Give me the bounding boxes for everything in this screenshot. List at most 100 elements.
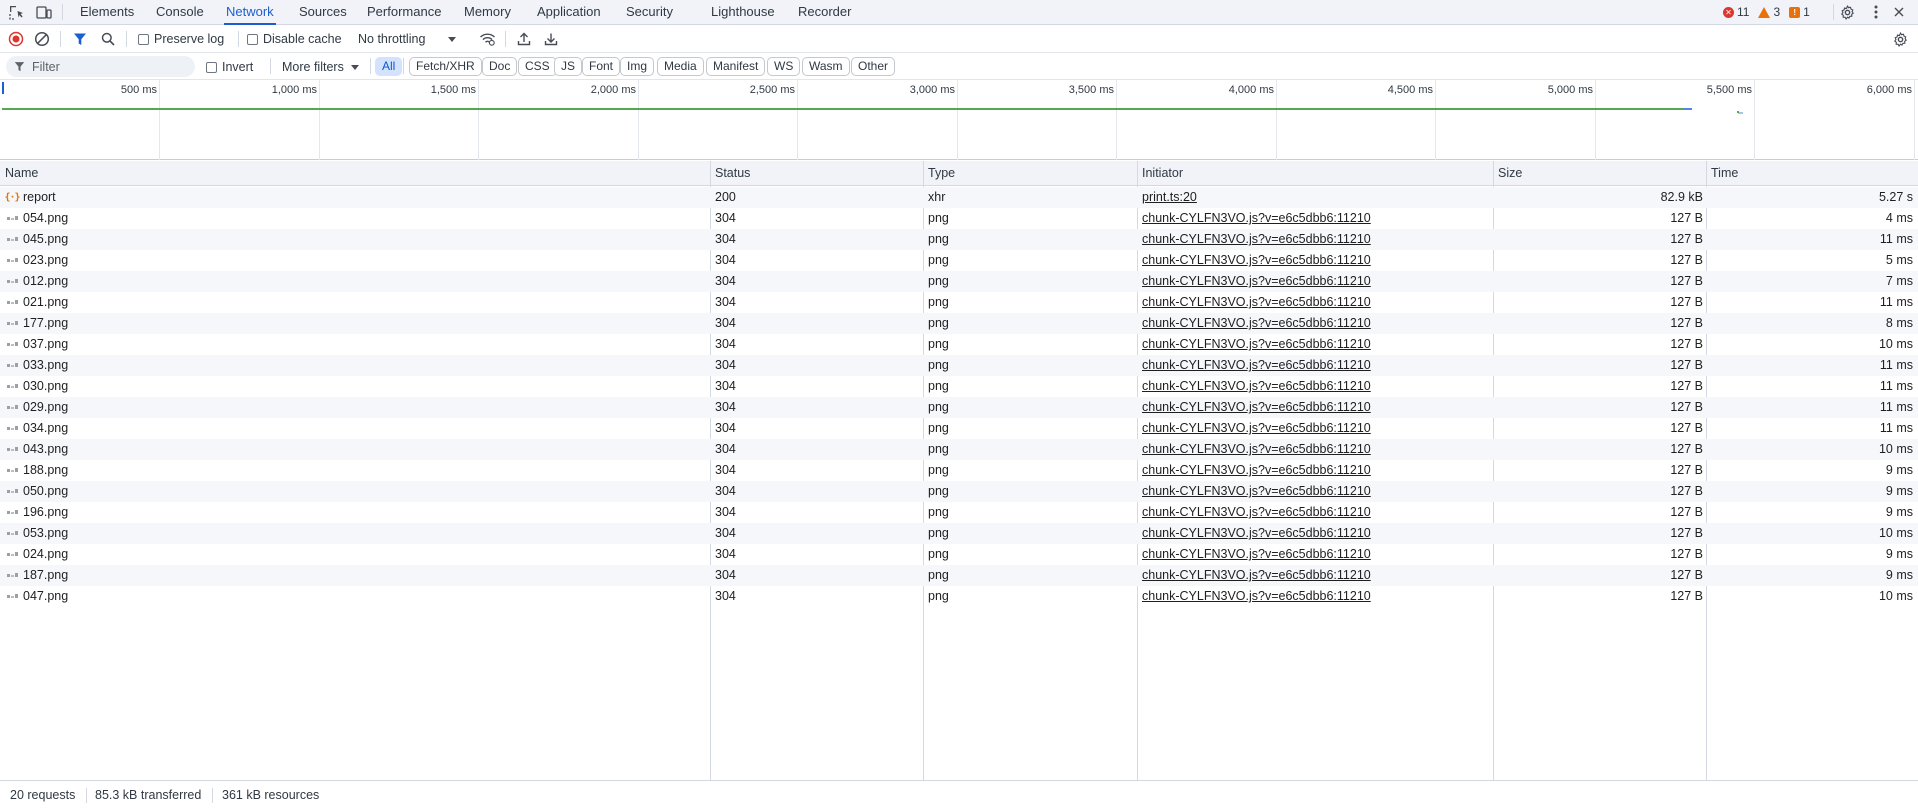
tab-network[interactable]: Network — [224, 0, 276, 25]
request-initiator-link[interactable]: chunk-CYLFN3VO.js?v=e6c5dbb6:11210 — [1142, 334, 1492, 355]
table-row[interactable]: 043.png 304 png chunk-CYLFN3VO.js?v=e6c5dbb… — [0, 439, 1918, 460]
tab-recorder[interactable]: Recorder — [798, 0, 851, 24]
request-name-cell[interactable]: 012.png — [0, 271, 710, 292]
request-initiator-link[interactable]: chunk-CYLFN3VO.js?v=e6c5dbb6:11210 — [1142, 229, 1492, 250]
table-row[interactable]: 047.png 304 png chunk-CYLFN3VO.js?v=e6c5dbb… — [0, 586, 1918, 607]
request-initiator-link[interactable]: chunk-CYLFN3VO.js?v=e6c5dbb6:11210 — [1142, 586, 1492, 607]
table-row[interactable]: 187.png 304 png chunk-CYLFN3VO.js?v=e6c5dbb… — [0, 565, 1918, 586]
table-row[interactable]: 054.png 304 png chunk-CYLFN3VO.js?v=e6c5dbb… — [0, 208, 1918, 229]
tab-console[interactable]: Console — [156, 0, 204, 24]
table-row[interactable]: {·} report 200 xhr print.ts:20 82.9 kB 5.27 s — [0, 187, 1918, 208]
request-name-cell[interactable]: 024.png — [0, 544, 710, 565]
chip-media[interactable]: Media — [657, 57, 704, 76]
request-initiator-link[interactable]: chunk-CYLFN3VO.js?v=e6c5dbb6:11210 — [1142, 271, 1492, 292]
checkbox-box[interactable] — [247, 33, 258, 45]
request-name-cell[interactable]: 043.png — [0, 439, 710, 460]
tab-security[interactable]: Security — [626, 0, 673, 24]
request-name-cell[interactable]: 188.png — [0, 460, 710, 481]
request-name-cell[interactable]: 033.png — [0, 355, 710, 376]
chip-fetch-xhr[interactable]: Fetch/XHR — [409, 57, 482, 76]
request-name-cell[interactable]: 034.png — [0, 418, 710, 439]
request-name-cell[interactable]: 053.png — [0, 523, 710, 544]
search-icon[interactable] — [99, 30, 117, 48]
chip-doc[interactable]: Doc — [482, 57, 518, 76]
request-initiator-link[interactable]: chunk-CYLFN3VO.js?v=e6c5dbb6:11210 — [1142, 250, 1492, 271]
request-initiator-link[interactable]: chunk-CYLFN3VO.js?v=e6c5dbb6:11210 — [1142, 376, 1492, 397]
request-name-cell[interactable]: 023.png — [0, 250, 710, 271]
request-initiator-link[interactable]: chunk-CYLFN3VO.js?v=e6c5dbb6:11210 — [1142, 355, 1492, 376]
request-initiator-link[interactable]: chunk-CYLFN3VO.js?v=e6c5dbb6:11210 — [1142, 523, 1492, 544]
tab-performance[interactable]: Performance — [367, 0, 441, 24]
request-initiator-link[interactable]: chunk-CYLFN3VO.js?v=e6c5dbb6:11210 — [1142, 313, 1492, 334]
column-time-header[interactable]: Time — [1706, 161, 1738, 186]
checkbox-box[interactable] — [206, 61, 217, 73]
record-stop-icon[interactable] — [7, 30, 25, 48]
overview-selection-handle[interactable] — [2, 82, 4, 94]
import-har-icon[interactable] — [515, 30, 533, 48]
request-name-cell[interactable]: 177.png — [0, 313, 710, 334]
request-name-cell[interactable]: 021.png — [0, 292, 710, 313]
tab-memory[interactable]: Memory — [464, 0, 511, 24]
inspect-element-icon[interactable] — [8, 4, 24, 20]
table-row[interactable]: 188.png 304 png chunk-CYLFN3VO.js?v=e6c5dbb… — [0, 460, 1918, 481]
column-name-header[interactable]: Name — [0, 161, 38, 186]
request-name-cell[interactable]: 196.png — [0, 502, 710, 523]
settings-gear-icon[interactable] — [1839, 4, 1855, 20]
tab-lighthouse[interactable]: Lighthouse — [711, 0, 775, 24]
request-name-cell[interactable]: 050.png — [0, 481, 710, 502]
filter-input[interactable]: Filter — [6, 56, 195, 77]
chip-img[interactable]: Img — [620, 57, 655, 76]
column-size-header[interactable]: Size — [1493, 161, 1522, 186]
device-toolbar-icon[interactable] — [36, 4, 52, 20]
request-name-cell[interactable]: 029.png — [0, 397, 710, 418]
request-initiator-link[interactable]: chunk-CYLFN3VO.js?v=e6c5dbb6:11210 — [1142, 544, 1492, 565]
request-initiator-link[interactable]: chunk-CYLFN3VO.js?v=e6c5dbb6:11210 — [1142, 481, 1492, 502]
column-type-header[interactable]: Type — [923, 161, 955, 186]
network-conditions-icon[interactable] — [478, 30, 496, 48]
table-row[interactable]: 177.png 304 png chunk-CYLFN3VO.js?v=e6c5dbb… — [0, 313, 1918, 334]
more-options-icon[interactable] — [1868, 4, 1884, 20]
tab-sources[interactable]: Sources — [299, 0, 347, 24]
request-initiator-link[interactable]: chunk-CYLFN3VO.js?v=e6c5dbb6:11210 — [1142, 418, 1492, 439]
request-name-cell[interactable]: 037.png — [0, 334, 710, 355]
request-initiator-link[interactable]: chunk-CYLFN3VO.js?v=e6c5dbb6:11210 — [1142, 292, 1492, 313]
disable-cache-checkbox[interactable]: Disable cache — [247, 32, 342, 46]
throttling-select[interactable]: No throttling — [358, 32, 457, 46]
chip-js[interactable]: JS — [554, 57, 583, 76]
chip-css[interactable]: CSS — [518, 57, 557, 76]
chip-all[interactable]: All — [375, 57, 403, 76]
invert-checkbox[interactable]: Invert — [206, 60, 253, 74]
preserve-log-checkbox[interactable]: Preserve log — [138, 32, 224, 46]
table-row[interactable]: 029.png 304 png chunk-CYLFN3VO.js?v=e6c5dbb… — [0, 397, 1918, 418]
request-initiator-link[interactable]: chunk-CYLFN3VO.js?v=e6c5dbb6:11210 — [1142, 397, 1492, 418]
network-settings-gear-icon[interactable] — [1891, 30, 1909, 48]
request-name-cell[interactable]: 045.png — [0, 229, 710, 250]
table-row[interactable]: 030.png 304 png chunk-CYLFN3VO.js?v=e6c5dbb… — [0, 376, 1918, 397]
request-name-cell[interactable]: {·} report — [0, 187, 710, 208]
table-row[interactable]: 033.png 304 png chunk-CYLFN3VO.js?v=e6c5dbb… — [0, 355, 1918, 376]
close-devtools-icon[interactable] — [1891, 4, 1907, 20]
request-initiator-link[interactable]: chunk-CYLFN3VO.js?v=e6c5dbb6:11210 — [1142, 502, 1492, 523]
table-row[interactable]: 037.png 304 png chunk-CYLFN3VO.js?v=e6c5dbb… — [0, 334, 1918, 355]
request-name-cell[interactable]: 047.png — [0, 586, 710, 607]
more-filters-dropdown[interactable]: More filters — [282, 60, 359, 74]
table-row[interactable]: 024.png 304 png chunk-CYLFN3VO.js?v=e6c5dbb… — [0, 544, 1918, 565]
clear-icon[interactable] — [33, 30, 51, 48]
request-initiator-link[interactable]: chunk-CYLFN3VO.js?v=e6c5dbb6:11210 — [1142, 208, 1492, 229]
table-row[interactable]: 196.png 304 png chunk-CYLFN3VO.js?v=e6c5dbb… — [0, 502, 1918, 523]
chip-manifest[interactable]: Manifest — [706, 57, 766, 76]
request-name-cell[interactable]: 030.png — [0, 376, 710, 397]
request-initiator-link[interactable]: print.ts:20 — [1142, 187, 1492, 208]
export-har-icon[interactable] — [542, 30, 560, 48]
chip-font[interactable]: Font — [582, 57, 621, 76]
table-row[interactable]: 053.png 304 png chunk-CYLFN3VO.js?v=e6c5dbb… — [0, 523, 1918, 544]
filter-funnel-icon[interactable] — [71, 30, 89, 48]
tab-application[interactable]: Application — [537, 0, 601, 24]
table-row[interactable]: 034.png 304 png chunk-CYLFN3VO.js?v=e6c5dbb… — [0, 418, 1918, 439]
checkbox-box[interactable] — [138, 33, 149, 45]
table-row[interactable]: 050.png 304 png chunk-CYLFN3VO.js?v=e6c5dbb… — [0, 481, 1918, 502]
table-row[interactable]: 023.png 304 png chunk-CYLFN3VO.js?v=e6c5dbb… — [0, 250, 1918, 271]
column-status-header[interactable]: Status — [710, 161, 750, 186]
request-initiator-link[interactable]: chunk-CYLFN3VO.js?v=e6c5dbb6:11210 — [1142, 565, 1492, 586]
timeline-overview[interactable]: 500 ms 1,000 ms 1,500 ms 2,000 ms 2,500 … — [0, 80, 1918, 160]
